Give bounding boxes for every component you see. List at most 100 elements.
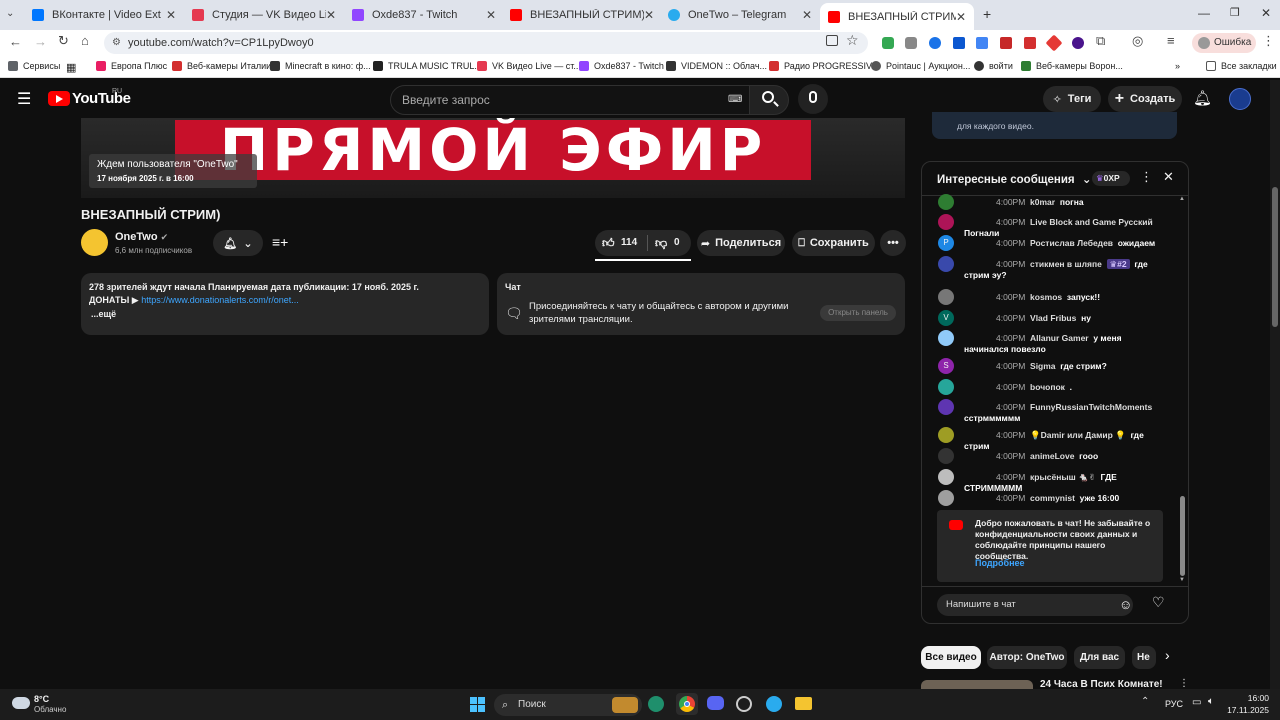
chip-author[interactable]: Автор: OneTwo [987,646,1067,669]
message-author[interactable]: FunnyRussianTwitchMoments [1030,402,1152,412]
scroll-thumb[interactable] [1180,496,1185,576]
description-box[interactable]: 278 зрителей ждут начала Планируемая дат… [81,273,489,335]
bookmark-item[interactable]: Pointauc | Аукцион... [871,61,970,71]
url-bar[interactable]: ⚙ youtube.com/watch?v=CP1LpyDwoy0 [104,32,868,54]
channel-avatar[interactable] [81,229,108,256]
scroll-up-icon[interactable]: ▲ [1179,196,1185,202]
voice-search-button[interactable] [798,84,828,114]
taskbar-search[interactable]: ⌕ Поиск [494,694,642,716]
extension-icon[interactable] [905,37,917,49]
notifications-bell-icon[interactable]: 🔔︎ [1193,89,1212,107]
avatar[interactable] [938,214,954,230]
reload-icon[interactable]: ↻ [58,33,69,49]
extension-icon[interactable] [953,37,965,49]
donate-link[interactable]: https://www.donationalerts.com/r/onet... [141,295,299,305]
points-badge[interactable]: ♛0XP [1092,171,1130,186]
extension-icon[interactable] [1072,37,1084,49]
volume-icon[interactable]: 🔈︎ [1208,696,1214,707]
message-author[interactable]: k0mar [1030,197,1055,207]
message-author[interactable]: стикмен в шляпе [1030,259,1102,269]
avatar[interactable] [938,289,954,305]
dislike-icon[interactable]: 👎︎ [655,236,667,251]
extension-icon[interactable] [882,37,894,49]
close-icon[interactable]: ✕ [802,8,812,22]
site-info-icon[interactable]: ⚙ [112,32,121,54]
share-button[interactable]: ➦ Поделиться [697,230,785,256]
youtube-logo-icon[interactable] [48,91,70,106]
message-author[interactable]: animeLove [1030,451,1074,461]
channel-name[interactable]: OneTwo ✔ [115,231,168,243]
message-author[interactable]: Allanur Gamer [1030,333,1089,343]
open-panel-button[interactable]: Открыть панель [820,305,896,321]
reading-list-icon[interactable]: ≡ [1167,33,1175,48]
chat-scrollbar[interactable]: ▲ ▼ [1179,196,1187,586]
avatar[interactable] [938,330,954,346]
translate-icon[interactable] [976,37,988,49]
cloud-icon[interactable] [12,697,30,709]
next-video-title[interactable]: 24 Часа В Псих Комнате! [1040,679,1163,689]
next-video-more-icon[interactable]: ⋮ [1179,678,1189,689]
chevron-right-icon[interactable]: › [1165,647,1170,663]
input-language[interactable]: РУС [1165,699,1183,709]
media-icon[interactable]: ◎ [1132,33,1143,49]
message-author[interactable]: Ростислав Лебедев [1030,238,1113,248]
all-bookmarks-folder[interactable]: Все закладки [1206,61,1277,71]
message-author[interactable]: Live Block and Game Русский [1030,217,1153,227]
bookmark-item[interactable]: Веб-камеры Италии [172,61,271,71]
chat-mode-selector[interactable]: Интересные сообщения ⌄ [937,172,1091,186]
chip-all-videos[interactable]: Все видео [921,646,981,669]
minimize-button[interactable]: — [1198,6,1210,20]
bookmark-item[interactable]: Радио PROGRESSIV... [769,61,879,71]
next-video-thumbnail[interactable] [921,680,1033,689]
search-input[interactable]: Введите запрос ⌨ [390,85,750,115]
file-explorer-icon[interactable] [795,697,812,710]
hamburger-menu-icon[interactable]: ☰ [17,89,31,109]
bookmark-star-icon[interactable]: ☆ [846,32,859,49]
close-icon[interactable]: ✕ [486,8,496,22]
message-author[interactable]: Vlad Fribus [1030,313,1076,323]
show-more-link[interactable]: ...ещё [91,309,116,319]
bookmark-item[interactable]: Веб-камеры Ворон... [1021,61,1123,71]
pdf-icon[interactable] [1024,37,1036,49]
search-button[interactable] [749,85,789,115]
message-author[interactable]: крысёныш 🐁✌ [1030,472,1096,482]
menu-kebab-icon[interactable]: ⋮ [1262,33,1275,49]
telegram-icon[interactable] [766,696,782,712]
tab-vk[interactable]: ВКонтакте | Video Ext ✕ [24,4,184,26]
avatar[interactable]: S [938,358,954,374]
close-icon[interactable]: ✕ [166,8,176,22]
message-author[interactable]: bочопок [1030,382,1065,392]
create-button[interactable]: + Создать [1108,86,1182,112]
new-tab-button[interactable]: + [983,6,991,22]
avatar[interactable] [1229,88,1251,110]
extension-icon[interactable] [1000,37,1012,49]
avatar[interactable] [938,399,954,415]
like-count[interactable]: 114 [621,237,637,248]
bookmark-item[interactable]: Oxde837 - Twitch [579,61,664,71]
close-chat-icon[interactable]: ✕ [1163,169,1174,185]
bookmarks-overflow-icon[interactable]: » [1175,61,1180,71]
bookmark-item[interactable]: TRULA MUSIC TRUL... [373,61,482,71]
network-icon[interactable]: ▭ [1192,697,1201,708]
tab-telegram[interactable]: OneTwo – Telegram ✕ [660,4,820,26]
extensions-puzzle-icon[interactable]: ⧉ [1096,33,1105,49]
message-author[interactable]: 💡Damir или Дамир 💡 [1030,430,1126,440]
windows-start-icon[interactable] [470,697,486,713]
close-window-button[interactable]: ✕ [1261,6,1271,20]
avatar[interactable]: Р [938,235,954,251]
keyboard-icon[interactable]: ⌨ [728,86,742,114]
tab-twitch[interactable]: Oxde837 - Twitch ✕ [344,4,504,26]
bookmark-item[interactable]: войти [974,61,1013,71]
tab-vk-live[interactable]: Студия — VK Видео Live ✕ [184,4,344,26]
subscription-bell-button[interactable]: 🔔︎ ⌄ [213,230,263,256]
forward-icon[interactable]: → [34,34,47,49]
scroll-down-icon[interactable]: ▼ [1179,577,1185,583]
close-icon[interactable]: ✕ [956,10,966,24]
page-scroll-thumb[interactable] [1272,187,1278,327]
video-player[interactable]: ПРЯМОЙ ЭФИР Ждем пользователя "OneTwo" 1… [81,118,905,198]
avatar[interactable] [938,469,954,485]
bookmark-item[interactable]: Европа Плюс [96,61,167,71]
bookmark-apps-icon[interactable]: ▦ [66,61,76,74]
profile-error-button[interactable]: Ошибка [1192,33,1256,53]
clock-date[interactable]: 17.11.2025 [1223,705,1269,715]
